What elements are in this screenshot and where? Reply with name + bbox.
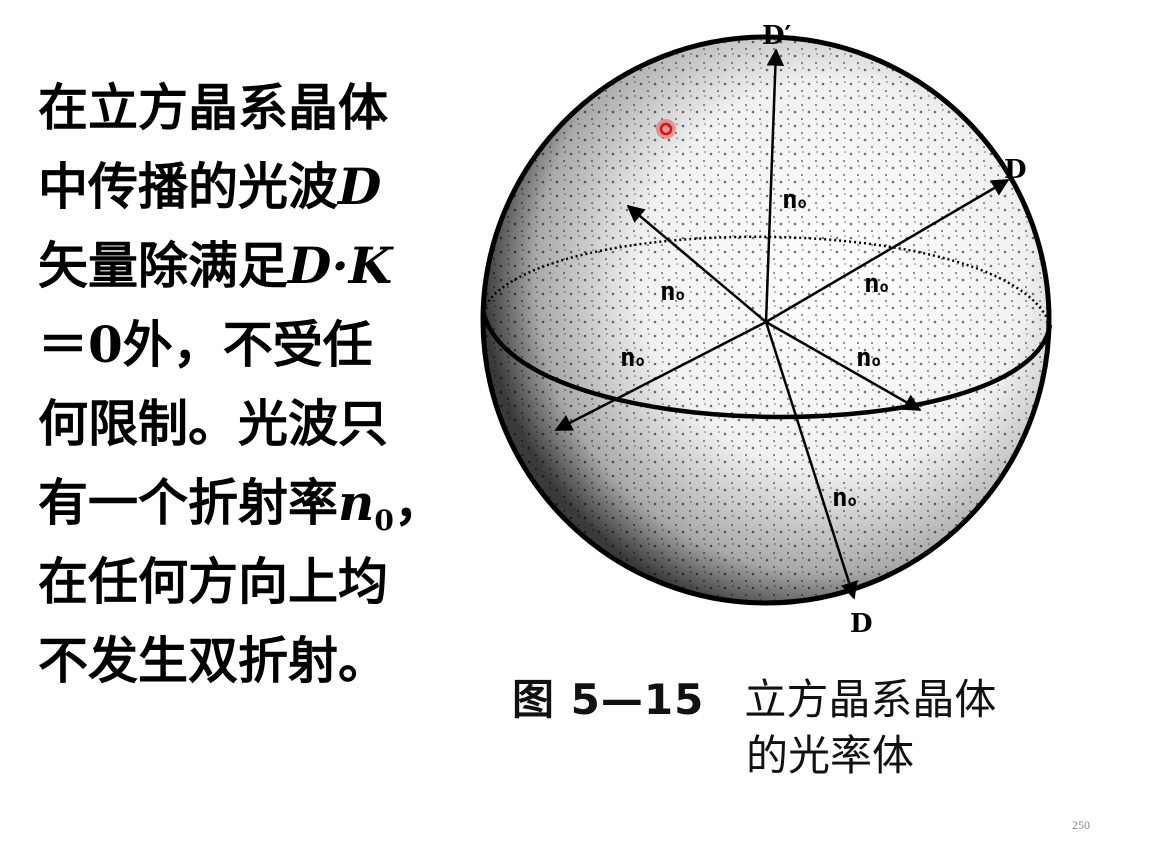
cursor-pointer-icon	[656, 119, 676, 139]
text-line-6: 有一个折射率n0，	[38, 463, 468, 542]
index-letter: n	[660, 277, 676, 307]
index-subscript: o	[848, 492, 857, 510]
index-subscript: o	[676, 286, 685, 304]
index-letter: n	[864, 269, 880, 299]
label-d-prime: D′	[762, 21, 792, 51]
text-line-2: 中传播的光波D	[38, 147, 468, 226]
text-line-7: 在任何方向上均	[38, 552, 388, 611]
text-line-8: 不发生双折射。	[38, 631, 388, 690]
index-subscript: o	[880, 278, 889, 296]
text-line-3: 矢量除满足D·K	[38, 226, 468, 305]
indicatrix-figure: D′ D D no no no no no no	[470, 10, 1070, 640]
text-subscript-0: 0	[374, 504, 394, 537]
text-line-1: 在立方晶系晶体	[38, 78, 388, 137]
caption-title-line2: 的光率体	[746, 731, 915, 780]
text-var-n: n	[338, 473, 375, 532]
index-letter: n	[782, 185, 798, 215]
page-number: 250	[1072, 818, 1090, 832]
text-var-d: D	[338, 157, 382, 216]
index-letter: n	[856, 343, 872, 373]
label-d-right: D	[1004, 155, 1027, 185]
caption-row-1: 图 5—15 立方晶系晶体	[512, 672, 1072, 728]
index-letter: n	[620, 343, 636, 373]
figure-caption: 图 5—15 立方晶系晶体 的光率体	[512, 672, 1072, 784]
index-subscript: o	[636, 352, 645, 370]
caption-title: 立方晶系晶体	[744, 675, 997, 724]
label-d-bottom: D	[850, 609, 873, 639]
index-letter: n	[832, 483, 848, 513]
text-line-4: ＝0外，不受任	[38, 315, 373, 374]
text-line-6-a: 有一个折射率	[38, 473, 338, 532]
text-line-2-a: 中传播的光波	[38, 157, 338, 216]
text-line-6-c: ，	[393, 473, 444, 532]
text-line-5: 何限制。光波只	[38, 394, 388, 453]
text-dot-product: D·K	[288, 236, 393, 295]
sphere-diagram: D′ D D no no no no no no	[480, 21, 1053, 639]
text-line-3-a: 矢量除满足	[38, 236, 288, 295]
index-subscript: o	[872, 352, 881, 370]
body-text: 在立方晶系晶体 中传播的光波D 矢量除满足D·K ＝0外，不受任 何限制。光波只…	[38, 68, 468, 700]
caption-number: 图 5—15	[512, 675, 705, 724]
index-subscript: o	[798, 194, 807, 212]
